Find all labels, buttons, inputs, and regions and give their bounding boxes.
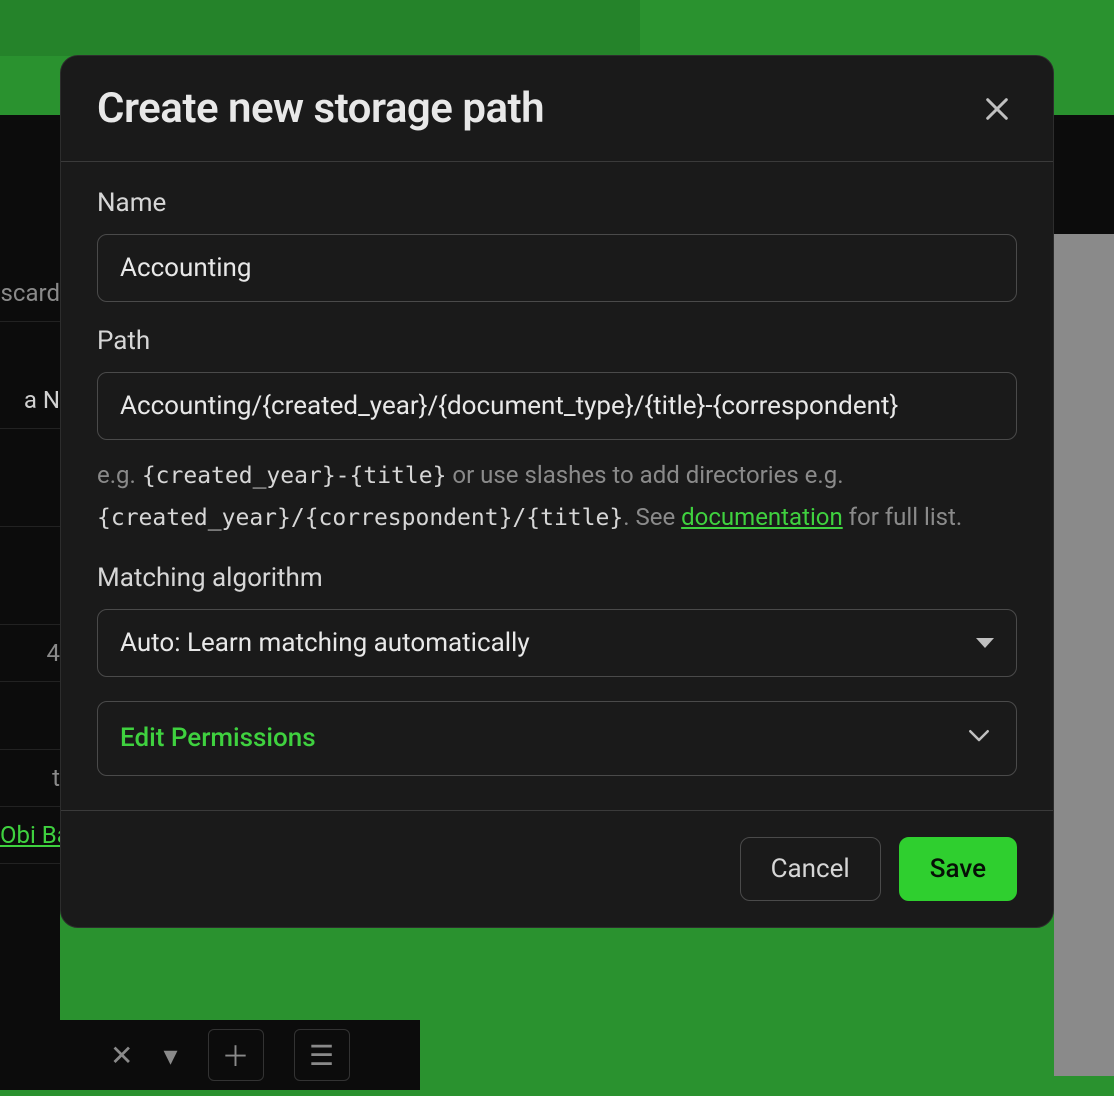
chevron-down-icon (964, 720, 994, 757)
name-label: Name (97, 188, 1017, 218)
bg-left-item (0, 682, 60, 750)
modal-header: Create new storage path (61, 56, 1053, 162)
name-input[interactable] (97, 234, 1017, 302)
bg-scroll-area (1054, 234, 1114, 1076)
chevron-down-icon[interactable]: ▾ (163, 1039, 177, 1072)
matching-algorithm-select[interactable]: Auto: Learn matching automatically (97, 609, 1017, 677)
bg-left-panel: scard a N 4 t Obi Ba (0, 115, 60, 1075)
close-icon (983, 95, 1011, 123)
app-background: scard a N 4 t Obi Ba vnloa ✕ ▾ ＋ ☰ Creat… (0, 0, 1114, 1096)
help-after-code: . See (623, 503, 681, 531)
path-field-group: Path e.g. {created_year}-{title} or use … (97, 326, 1017, 539)
bg-left-item: scard (0, 265, 60, 322)
path-input[interactable] (97, 372, 1017, 440)
bg-left-item (0, 527, 60, 625)
create-storage-path-modal: Create new storage path Name Path e.g. {… (60, 55, 1054, 928)
name-field-group: Name (97, 188, 1017, 302)
matching-algorithm-selected-value: Auto: Learn matching automatically (120, 628, 530, 658)
help-prefix: e.g. (97, 461, 142, 489)
bg-left-item (0, 429, 60, 527)
edit-permissions-label: Edit Permissions (120, 723, 316, 753)
permissions-group: Edit Permissions (97, 701, 1017, 776)
filter-icon[interactable]: ☰ (294, 1029, 350, 1081)
help-code: {created_year}/{correspondent}/{title} (97, 505, 623, 531)
bg-top-strip (0, 0, 640, 56)
help-mid: or use slashes to add directories e.g. (446, 461, 843, 489)
modal-close-button[interactable] (977, 89, 1017, 129)
bg-left-item: t (0, 750, 60, 807)
plus-icon[interactable]: ＋ (208, 1029, 264, 1081)
matching-algorithm-group: Matching algorithm Auto: Learn matching … (97, 563, 1017, 677)
save-button[interactable]: Save (899, 837, 1017, 901)
help-code: {created_year}-{title} (142, 463, 447, 489)
caret-down-icon (976, 638, 994, 648)
cancel-button[interactable]: Cancel (740, 837, 881, 901)
help-suffix: for full list. (843, 503, 963, 531)
modal-title: Create new storage path (97, 84, 544, 133)
documentation-link[interactable]: documentation (681, 503, 843, 531)
bg-left-item: 4 (0, 625, 60, 682)
bg-left-item: a N (0, 372, 60, 429)
close-icon[interactable]: ✕ (110, 1039, 133, 1072)
path-help-text: e.g. {created_year}-{title} or use slash… (97, 454, 1017, 539)
bg-left-item-link[interactable]: Obi Ba (0, 807, 60, 864)
modal-footer: Cancel Save (61, 810, 1053, 927)
modal-body: Name Path e.g. {created_year}-{title} or… (61, 162, 1053, 810)
matching-algorithm-label: Matching algorithm (97, 563, 1017, 593)
edit-permissions-toggle[interactable]: Edit Permissions (97, 701, 1017, 776)
bg-toolbar: ✕ ▾ ＋ ☰ (0, 1020, 420, 1090)
path-label: Path (97, 326, 1017, 356)
